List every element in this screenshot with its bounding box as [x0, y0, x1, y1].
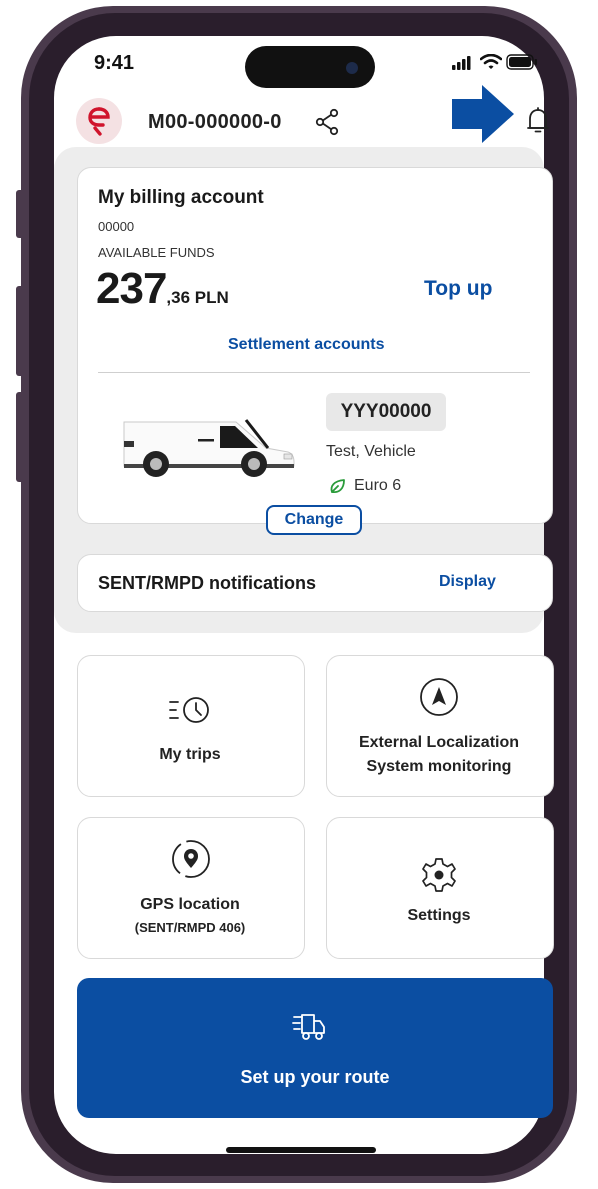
signal-icon [452, 56, 471, 70]
leaf-icon [330, 478, 345, 493]
emission-class: Euro 6 [329, 477, 401, 495]
set-up-route-label: Set up your route [240, 1067, 390, 1087]
tile-my-trips-label: My trips [159, 746, 221, 763]
amount-integer: 237 [96, 264, 167, 313]
amount-decimal-currency: ,36 PLN [166, 288, 229, 307]
emission-label: Euro 6 [354, 477, 402, 494]
camera-icon [346, 62, 358, 74]
share-icon[interactable] [314, 108, 340, 136]
bell-icon[interactable] [526, 106, 550, 136]
annotation-arrow-icon [452, 85, 514, 143]
tile-external-localization-label-2: System monitoring [366, 758, 512, 775]
tile-gps-location-label-1: GPS location [140, 896, 240, 913]
location-pin-icon [172, 840, 210, 878]
account-id: M00-000000-0 [148, 111, 282, 133]
display-notifications-button[interactable]: Display [439, 573, 496, 591]
e-toll-logo-icon [88, 107, 110, 136]
tile-my-trips[interactable] [77, 655, 305, 797]
available-funds-label: AVAILABLE FUNDS [98, 245, 215, 260]
gear-icon [422, 858, 456, 892]
vehicle-name: Test, Vehicle [326, 443, 416, 460]
notifications-label: SENT/RMPD notifications [98, 573, 317, 593]
van-image [123, 419, 295, 477]
available-funds-amount: 237,36 PLN [96, 264, 229, 314]
tile-gps-location-label-2: (SENT/RMPD 406) [134, 920, 246, 935]
settlement-accounts-link[interactable]: Settlement accounts [228, 336, 384, 354]
delivery-truck-icon [292, 1014, 325, 1040]
top-up-button[interactable]: Top up [424, 277, 492, 301]
wifi-icon [480, 54, 502, 69]
divider [98, 372, 530, 373]
tile-settings-label: Settings [407, 907, 471, 924]
navigation-arrow-icon [420, 678, 458, 716]
home-indicator[interactable] [226, 1147, 376, 1153]
app-logo [76, 98, 122, 144]
history-clock-icon [169, 697, 209, 723]
license-plate: YYY00000 [326, 393, 446, 431]
billing-account-number: 00000 [98, 219, 135, 234]
tile-external-localization-label-1: External Localization [358, 734, 520, 751]
battery-icon [506, 54, 537, 70]
change-vehicle-button[interactable]: Change [266, 505, 362, 535]
set-up-route-button[interactable] [77, 978, 553, 1118]
billing-title: My billing account [98, 187, 264, 208]
status-time: 9:41 [94, 52, 135, 74]
